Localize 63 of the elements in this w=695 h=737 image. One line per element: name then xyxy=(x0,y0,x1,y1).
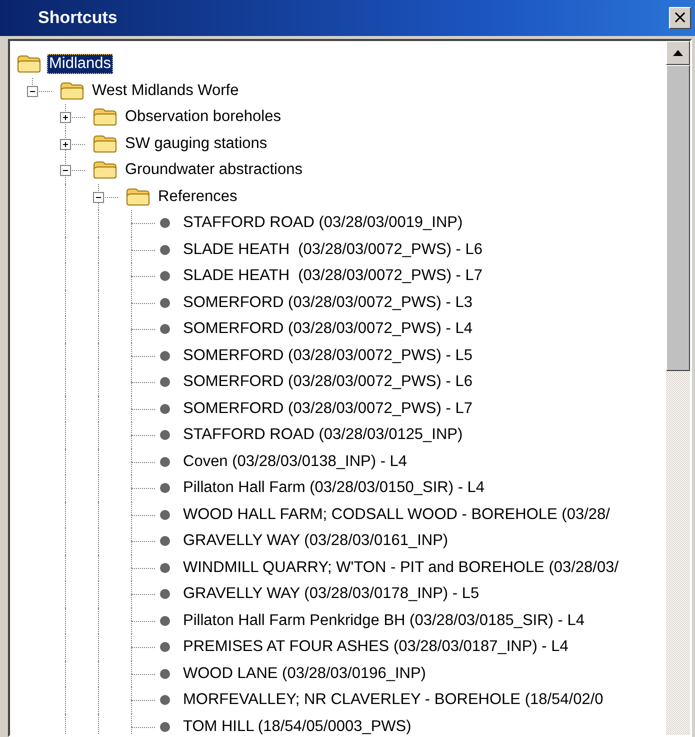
bullet-icon xyxy=(159,508,171,521)
up-arrow-icon xyxy=(673,50,683,56)
tree-item[interactable]: WOOD LANE (03/28/03/0196_INP) xyxy=(181,664,428,684)
expander-icon[interactable] xyxy=(93,192,104,203)
expander-icon[interactable] xyxy=(27,86,38,97)
tree-item[interactable]: SOMERFORD (03/28/03/0072_PWS) - L5 xyxy=(181,346,474,366)
bullet-icon xyxy=(159,588,171,600)
folder-icon xyxy=(17,55,41,74)
close-button[interactable]: × xyxy=(669,7,691,29)
tree-item[interactable]: PREMISES AT FOUR ASHES (03/28/03/0187_INP) - L4 xyxy=(181,637,570,658)
expander-icon[interactable] xyxy=(60,165,71,176)
tree-item[interactable]: WINDMILL QUARRY; W'TON - PIT and BOREHOLE (03/28/03/ xyxy=(181,558,621,578)
bullet-icon xyxy=(159,562,171,574)
bullet-icon xyxy=(159,296,171,309)
folder-icon xyxy=(93,161,117,180)
bullet-icon xyxy=(159,429,171,442)
tree-item[interactable]: West Midlands Worfe xyxy=(90,80,241,101)
tree-item[interactable]: Pillaton Hall Farm Penkridge BH (03/28/03/0185_SIR) - L4 xyxy=(181,610,586,631)
tree-item[interactable]: WOOD HALL FARM; CODSALL WOOD - BOREHOLE (03/28/ xyxy=(181,504,612,525)
bullet-icon xyxy=(159,244,171,256)
folder-icon xyxy=(126,188,150,206)
bullet-icon xyxy=(159,614,171,627)
tree-item[interactable]: SLADE HEATH (03/28/03/0072_PWS) - L7 xyxy=(181,266,485,286)
tree-item[interactable]: TOM HILL (18/54/05/0003_PWS) xyxy=(181,716,414,735)
tree-item[interactable]: GRAVELLY WAY (03/28/03/0178_INP) - L5 xyxy=(181,584,482,604)
bullet-icon xyxy=(159,376,171,388)
scroll-thumb[interactable] xyxy=(666,65,690,371)
bullet-icon xyxy=(159,270,171,282)
tree-item[interactable]: SOMERFORD (03/28/03/0072_PWS) - L3 xyxy=(181,292,474,313)
tree-item[interactable]: MORFEVALLEY; NR CLAVERLEY - BOREHOLE (18/54/02/0 xyxy=(181,690,606,710)
tree-item[interactable]: SOMERFORD (03/28/03/0072_PWS) - L6 xyxy=(181,372,474,392)
scrollbar[interactable] xyxy=(666,41,690,735)
bullet-icon xyxy=(159,694,171,706)
tree-item[interactable]: STAFFORD ROAD (03/28/03/0125_INP) xyxy=(181,425,465,446)
tree-item[interactable]: GRAVELLY WAY (03/28/03/0161_INP) xyxy=(181,531,450,552)
tree-item[interactable]: SOMERFORD (03/28/03/0072_PWS) - L7 xyxy=(181,398,474,419)
bullet-icon xyxy=(159,350,171,362)
tree-item[interactable]: References xyxy=(156,186,240,207)
bullet-icon xyxy=(159,482,171,494)
folder-icon xyxy=(93,134,117,153)
tree-item[interactable]: Pillaton Hall Farm (03/28/03/0150_SIR) - L4 xyxy=(181,478,487,498)
tree-item[interactable]: Coven (03/28/03/0138_INP) - L4 xyxy=(181,452,410,472)
tree-item[interactable]: Observation boreholes xyxy=(123,107,283,128)
tree-item[interactable]: Midlands xyxy=(47,54,114,74)
expander-icon[interactable] xyxy=(60,112,71,124)
window-title: Shortcuts xyxy=(38,8,118,28)
tree-item[interactable]: Groundwater abstractions xyxy=(123,160,304,180)
scroll-up-button[interactable] xyxy=(666,41,690,65)
expander-icon[interactable] xyxy=(60,138,71,150)
bullet-icon xyxy=(159,641,171,654)
tree-item[interactable]: SLADE HEATH (03/28/03/0072_PWS) - L6 xyxy=(181,240,485,260)
tree-item[interactable]: SW gauging stations xyxy=(123,134,270,154)
bullet-icon xyxy=(159,456,171,468)
bullet-icon xyxy=(159,217,171,230)
tree-item[interactable]: STAFFORD ROAD (03/28/03/0019_INP) xyxy=(181,213,465,234)
tree-item[interactable]: SOMERFORD (03/28/03/0072_PWS) - L4 xyxy=(181,319,474,340)
bullet-icon xyxy=(159,323,171,336)
folder-icon xyxy=(93,108,117,126)
bullet-icon xyxy=(159,535,171,548)
bullet-icon xyxy=(159,720,171,733)
bullet-icon xyxy=(159,668,171,680)
bullet-icon xyxy=(159,402,171,415)
folder-icon xyxy=(60,82,84,100)
